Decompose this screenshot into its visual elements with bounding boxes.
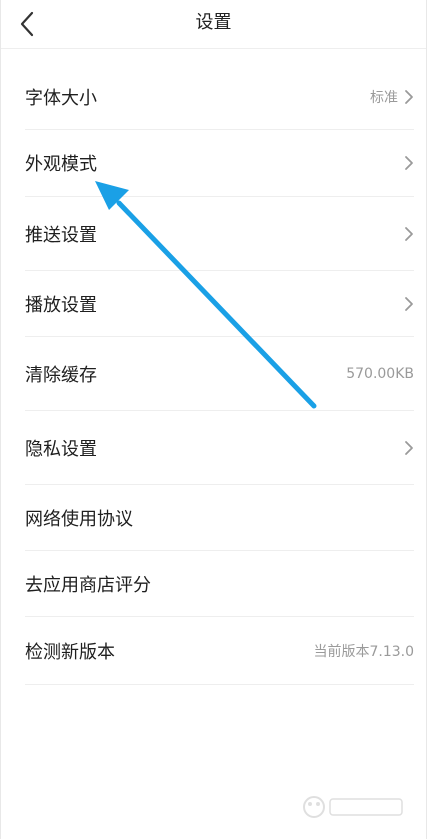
settings-item-rate-app[interactable]: 去应用商店评分 [25,551,414,617]
chevron-right-icon [405,156,413,170]
current-version-value: 当前版本7.13.0 [313,643,414,660]
settings-item-check-version[interactable]: 检测新版本 当前版本7.13.0 [25,617,414,685]
settings-item-label: 外观模式 [25,154,97,175]
settings-item-label: 隐私设置 [25,438,97,460]
settings-item-value: 标准 [370,90,398,106]
settings-item-label: 播放设置 [25,294,97,316]
settings-item-label: 网络使用协议 [25,508,133,530]
settings-item-label: 检测新版本 [25,641,115,663]
settings-item-label: 去应用商店评分 [25,574,151,596]
settings-item-push[interactable]: 推送设置 [25,197,414,271]
settings-screen: 设置 字体大小 标准 外观模式 推送设置 播放设置 清除缓存 570.00KB … [0,0,427,839]
settings-item-privacy[interactable]: 隐私设置 [25,411,414,485]
settings-item-clear-cache[interactable]: 清除缓存 570.00KB [25,337,414,411]
chevron-right-icon [405,90,413,104]
chevron-right-icon [405,440,413,455]
cache-size-value: 570.00KB [346,365,414,382]
settings-item-playback[interactable]: 播放设置 [25,271,414,337]
chevron-right-icon [405,226,413,241]
settings-item-network-agreement[interactable]: 网络使用协议 [25,485,414,551]
settings-item-label: 清除缓存 [25,364,97,386]
watermark-logo-icon [303,796,403,818]
page-title: 设置 [195,12,232,33]
back-button[interactable] [9,6,45,42]
top-bar: 设置 [1,0,426,49]
settings-item-label: 字体大小 [25,88,97,109]
settings-item-label: 推送设置 [25,224,97,246]
chevron-right-icon [405,296,413,311]
settings-item-appearance-mode[interactable]: 外观模式 [25,130,414,197]
chevron-left-icon [20,11,34,37]
settings-item-font-size[interactable]: 字体大小 标准 [25,65,414,130]
